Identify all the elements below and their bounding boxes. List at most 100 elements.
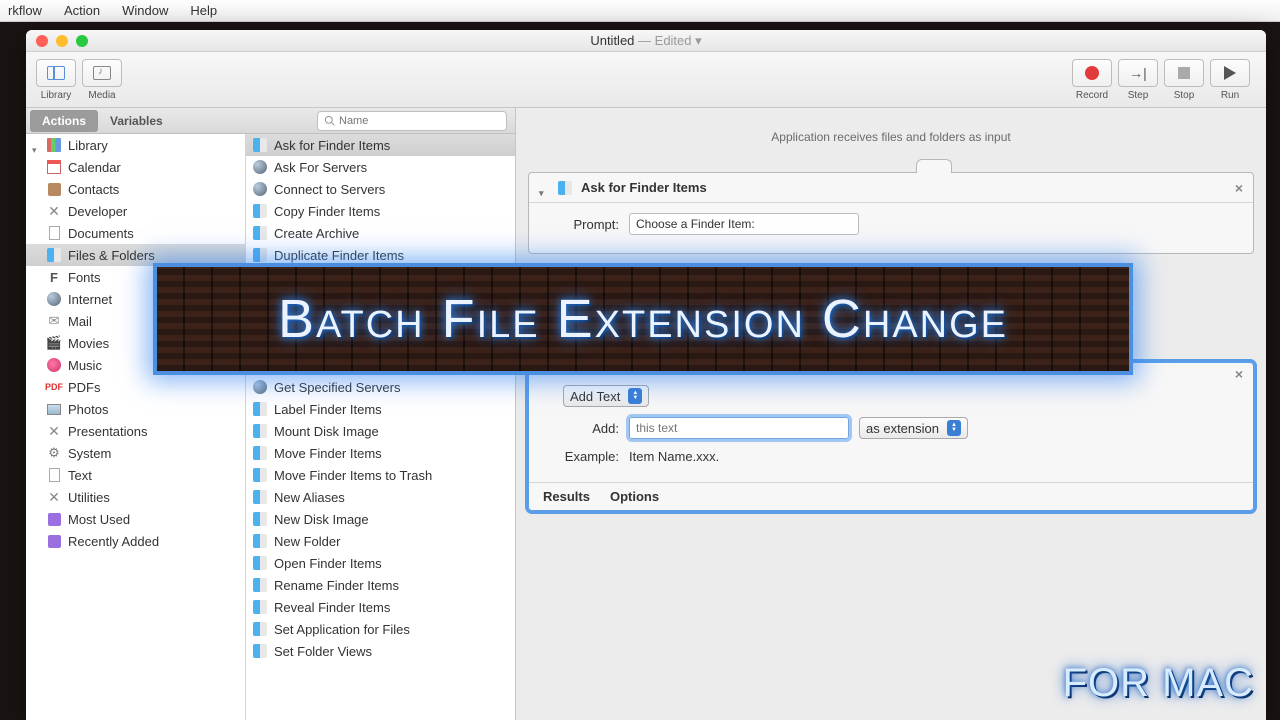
category-item[interactable]: Text xyxy=(26,464,245,486)
books-icon xyxy=(47,138,61,152)
system-menubar[interactable]: rkflow Action Window Help xyxy=(0,0,1280,22)
close-button[interactable] xyxy=(36,35,48,47)
action-item[interactable]: Ask for Finder Items xyxy=(246,134,515,156)
action-label: Set Folder Views xyxy=(274,644,372,659)
step-button[interactable]: →| Step xyxy=(1118,59,1158,101)
results-tab[interactable]: Results xyxy=(543,489,590,504)
action-item[interactable]: New Disk Image xyxy=(246,508,515,530)
tab-actions[interactable]: Actions xyxy=(30,110,98,132)
stop-button[interactable]: Stop xyxy=(1164,59,1204,101)
finder-icon xyxy=(253,446,267,460)
media-button[interactable]: Media xyxy=(82,59,122,101)
search-input[interactable] xyxy=(339,115,500,127)
action-label: Ask For Servers xyxy=(274,160,367,175)
action-item[interactable]: Move Finder Items to Trash xyxy=(246,464,515,486)
category-item[interactable]: Calendar xyxy=(26,156,245,178)
action-label: Open Finder Items xyxy=(274,556,382,571)
category-item[interactable]: ✕Developer xyxy=(26,200,245,222)
workflow-input-hint: Application receives files and folders a… xyxy=(528,130,1254,144)
action-item[interactable]: Move Finder Items xyxy=(246,442,515,464)
action-list[interactable]: Ask for Finder Items Ask For Servers Conne… xyxy=(246,134,515,720)
action-item[interactable]: Set Application for Files xyxy=(246,618,515,640)
category-label: PDFs xyxy=(68,380,101,395)
action-item[interactable]: Create Archive xyxy=(246,222,515,244)
chevron-updown-icon: ▲▼ xyxy=(628,388,642,404)
library-button[interactable]: Library xyxy=(36,59,76,101)
music-icon xyxy=(47,358,61,372)
media-icon xyxy=(93,66,111,80)
action-label: Move Finder Items xyxy=(274,446,382,461)
menu-item[interactable]: Window xyxy=(122,3,168,18)
traffic-lights xyxy=(36,35,88,47)
category-item[interactable]: ⚙System xyxy=(26,442,245,464)
category-label: Fonts xyxy=(68,270,101,285)
window-titlebar[interactable]: Untitled — Edited ▾ xyxy=(26,30,1266,52)
category-item[interactable]: Contacts xyxy=(26,178,245,200)
finder-icon xyxy=(253,622,267,636)
disclosure-icon[interactable] xyxy=(32,141,40,149)
action-label: Rename Finder Items xyxy=(274,578,399,593)
action-label: Reveal Finder Items xyxy=(274,600,390,615)
action-ask-finder-items[interactable]: Ask for Finder Items × Prompt: xyxy=(528,172,1254,254)
menu-item[interactable]: rkflow xyxy=(8,3,42,18)
finder-icon xyxy=(253,204,267,218)
category-item[interactable]: Photos xyxy=(26,398,245,420)
action-item[interactable]: Open Finder Items xyxy=(246,552,515,574)
zoom-button[interactable] xyxy=(76,35,88,47)
options-tab[interactable]: Options xyxy=(610,489,659,504)
action-item[interactable]: Ask For Servers xyxy=(246,156,515,178)
action-item[interactable]: Label Finder Items xyxy=(246,398,515,420)
cal-icon xyxy=(47,160,61,174)
action-item[interactable]: Rename Finder Items xyxy=(246,574,515,596)
stop-icon xyxy=(1178,67,1190,79)
action-label: Ask for Finder Items xyxy=(274,138,390,153)
category-list[interactable]: LibraryCalendarContacts✕DeveloperDocumen… xyxy=(26,134,246,720)
finder-icon xyxy=(253,138,267,152)
finder-icon xyxy=(253,402,267,416)
finder-icon xyxy=(253,600,267,614)
library-tabs: Actions Variables xyxy=(26,108,515,134)
extension-position-select[interactable]: as extension ▲▼ xyxy=(859,417,968,439)
action-item[interactable]: Connect to Servers xyxy=(246,178,515,200)
close-icon[interactable]: × xyxy=(1235,180,1243,196)
rename-mode-select[interactable]: Add Text ▲▼ xyxy=(563,385,649,407)
finder-icon xyxy=(253,248,267,262)
action-item[interactable]: New Folder xyxy=(246,530,515,552)
photo-icon xyxy=(47,404,61,415)
run-button[interactable]: Run xyxy=(1210,59,1250,101)
finder-icon xyxy=(558,181,572,195)
globe-icon xyxy=(253,160,267,174)
category-item[interactable]: ✕Utilities xyxy=(26,486,245,508)
category-item[interactable]: Recently Added xyxy=(26,530,245,552)
action-item[interactable]: Reveal Finder Items xyxy=(246,596,515,618)
action-item[interactable]: New Aliases xyxy=(246,486,515,508)
category-item[interactable]: Most Used xyxy=(26,508,245,530)
category-item[interactable]: Documents xyxy=(26,222,245,244)
menu-item[interactable]: Action xyxy=(64,3,100,18)
action-label: Create Archive xyxy=(274,226,359,241)
search-field[interactable] xyxy=(317,111,507,131)
globe-icon xyxy=(47,292,61,306)
toolbar: Library Media Record →| Step Stop Run xyxy=(26,52,1266,108)
mov-icon: 🎬 xyxy=(46,335,62,351)
add-text-field[interactable] xyxy=(629,417,849,439)
workflow-canvas[interactable]: Application receives files and folders a… xyxy=(516,108,1266,720)
disclosure-icon[interactable] xyxy=(539,184,549,192)
action-rename-finder-items[interactable]: × Add Text ▲▼ Add: as extension xyxy=(528,362,1254,511)
action-item[interactable]: Get Specified Servers xyxy=(246,376,515,398)
tab-variables[interactable]: Variables xyxy=(98,110,175,132)
category-item[interactable]: PDFPDFs xyxy=(26,376,245,398)
close-icon[interactable]: × xyxy=(1235,366,1243,382)
menu-item[interactable]: Help xyxy=(190,3,217,18)
minimize-button[interactable] xyxy=(56,35,68,47)
action-item[interactable]: Set Folder Views xyxy=(246,640,515,662)
category-item[interactable]: ✕Presentations xyxy=(26,420,245,442)
prompt-field[interactable] xyxy=(629,213,859,235)
gear-icon: ⚙ xyxy=(48,445,60,461)
record-button[interactable]: Record xyxy=(1072,59,1112,101)
category-label: Internet xyxy=(68,292,112,307)
action-item[interactable]: Mount Disk Image xyxy=(246,420,515,442)
action-label: Set Application for Files xyxy=(274,622,410,637)
action-item[interactable]: Copy Finder Items xyxy=(246,200,515,222)
category-item[interactable]: Library xyxy=(26,134,245,156)
